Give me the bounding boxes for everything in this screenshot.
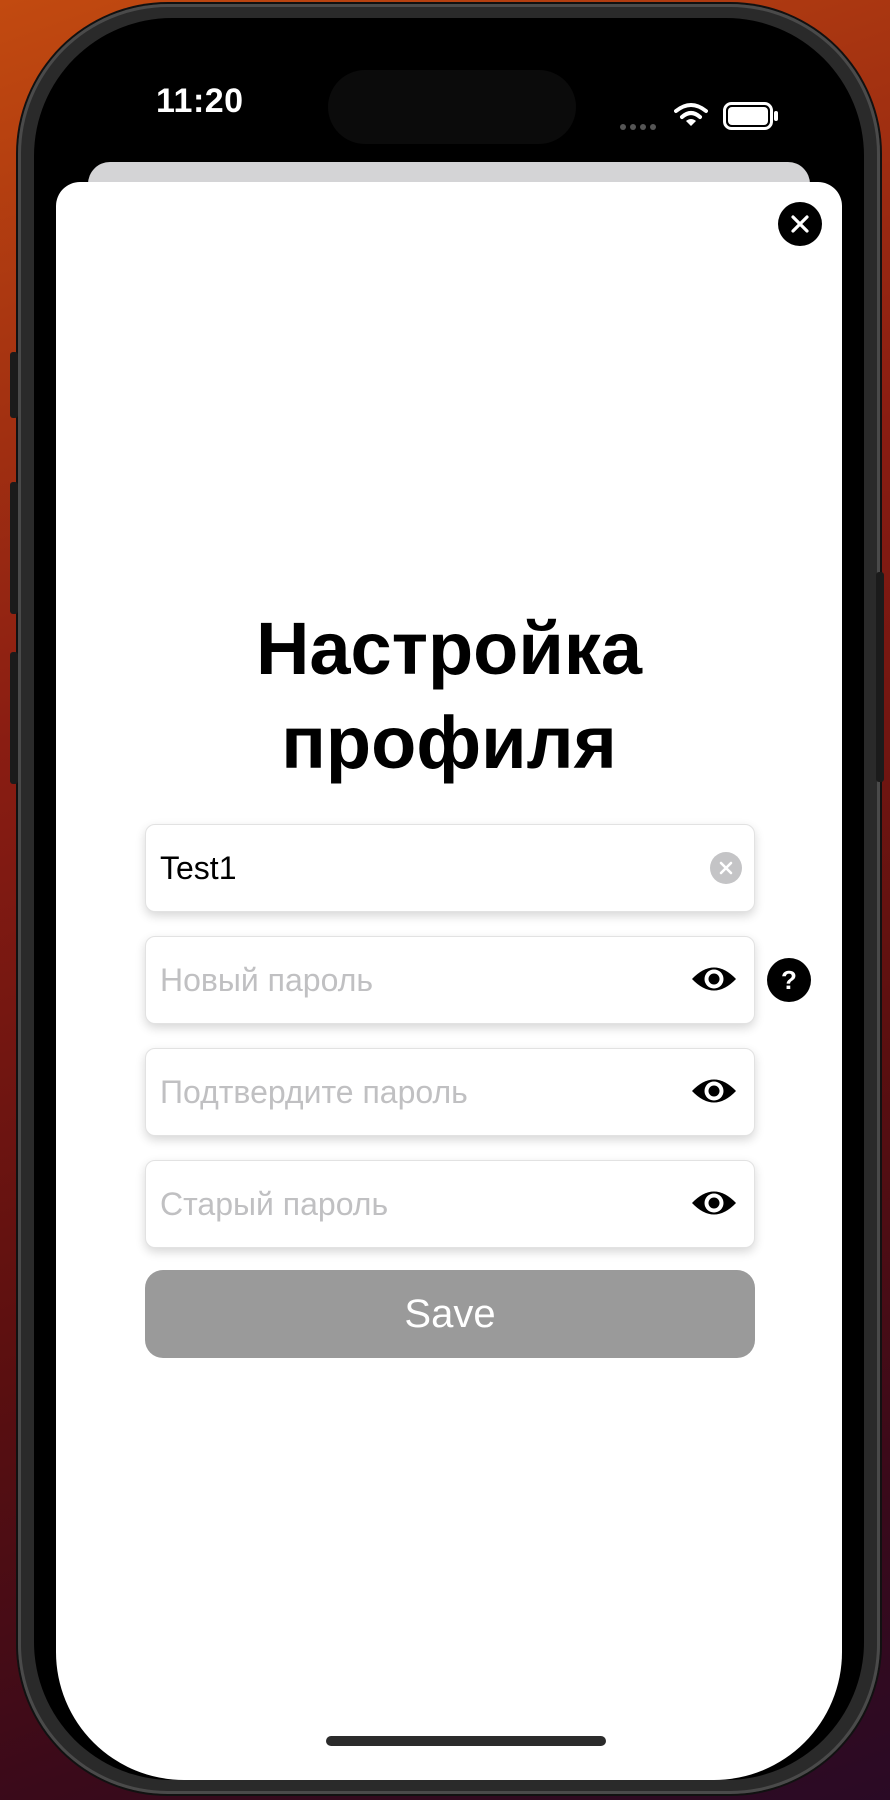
eye-icon[interactable] (690, 1186, 738, 1220)
dynamic-island (328, 70, 576, 144)
phone-volume-down-button (10, 652, 18, 784)
new-password-placeholder: Новый пароль (160, 962, 374, 998)
new-password-field[interactable]: Новый пароль (145, 936, 755, 1024)
close-icon (791, 215, 809, 233)
page-title: Настройка профиля (56, 602, 842, 790)
eye-icon[interactable] (690, 1074, 738, 1108)
close-button[interactable] (778, 202, 822, 246)
phone-screen: 11:20 Настройка профиля Test1 Новый паро… (34, 18, 864, 1780)
username-field[interactable]: Test1 (145, 824, 755, 912)
battery-icon (723, 102, 778, 130)
wifi-icon (674, 103, 708, 126)
clear-icon[interactable] (710, 852, 742, 884)
username-value: Test1 (160, 850, 237, 886)
old-password-placeholder: Старый пароль (160, 1186, 389, 1222)
eye-icon[interactable] (690, 962, 738, 996)
status-time: 11:20 (156, 82, 244, 120)
page-title-line2: профиля (281, 701, 617, 784)
password-help-button[interactable]: ? (767, 958, 811, 1002)
phone-action-button (10, 352, 18, 418)
old-password-field[interactable]: Старый пароль (145, 1160, 755, 1248)
profile-settings-sheet: Настройка профиля Test1 Новый пароль ? П… (56, 182, 842, 1780)
confirm-password-placeholder: Подтвердите пароль (160, 1074, 468, 1110)
phone-power-button (876, 572, 884, 782)
question-icon: ? (781, 964, 797, 995)
phone-volume-up-button (10, 482, 18, 614)
status-bar: 11:20 (34, 18, 864, 168)
confirm-password-field[interactable]: Подтвердите пароль (145, 1048, 755, 1136)
save-button[interactable]: Save (145, 1270, 755, 1358)
home-indicator[interactable] (326, 1736, 606, 1746)
cellular-signal-icon (620, 124, 656, 130)
page-title-line1: Настройка (255, 607, 643, 690)
